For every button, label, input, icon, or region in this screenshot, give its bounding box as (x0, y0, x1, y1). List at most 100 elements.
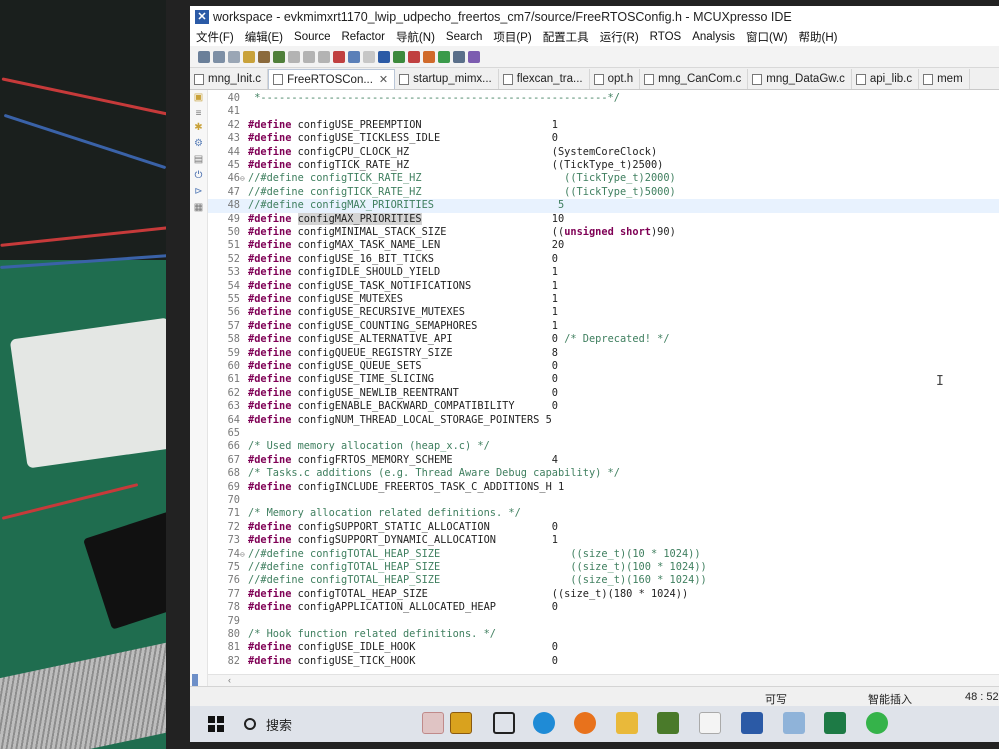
new-file-icon[interactable] (198, 50, 210, 63)
menu-window[interactable]: 窗口(W) (746, 29, 788, 45)
chip-icon[interactable] (393, 50, 405, 63)
word-icon[interactable] (699, 712, 721, 734)
firefox-icon[interactable] (574, 712, 596, 734)
search-tool-icon[interactable] (453, 50, 465, 63)
code-line[interactable]: 43 #define configUSE_TICKLESS_IDLE 0 (208, 132, 999, 145)
variables-icon[interactable]: ⚙ (193, 138, 204, 149)
code-line[interactable]: 77 #define configTOTAL_HEAP_SIZE ((size_t… (208, 588, 999, 601)
code-line[interactable]: 64 #define configNUM_THREAD_LOCAL_STORAGE… (208, 414, 999, 427)
menu-project[interactable]: 项目(P) (493, 29, 531, 45)
code-line[interactable]: 54 #define configUSE_TASK_NOTIFICATIONS 1 (208, 280, 999, 293)
flash-icon[interactable] (423, 50, 435, 63)
code-line[interactable]: 69 #define configINCLUDE_FREERTOS_TASK_C_… (208, 481, 999, 494)
task-view-icon[interactable] (493, 712, 515, 734)
mcuxpresso-icon[interactable] (741, 712, 763, 734)
code-line[interactable]: 45 #define configTICK_RATE_HZ ((TickType_… (208, 159, 999, 172)
code-line[interactable]: 61 #define configUSE_TIME_SLICING 0 (208, 373, 999, 386)
code-line[interactable]: 81 #define configUSE_IDLE_HOOK 0 (208, 641, 999, 654)
menu-file[interactable]: 文件(F) (196, 29, 234, 45)
menu-edit[interactable]: 编辑(E) (245, 29, 283, 45)
terminate-icon[interactable] (333, 50, 345, 63)
code-line[interactable]: 60 #define configUSE_QUEUE_SETS 0 (208, 360, 999, 373)
code-line[interactable]: 67 #define configFRTOS_MEMORY_SCHEME 4 (208, 454, 999, 467)
run-icon[interactable] (438, 50, 450, 63)
save-all-icon[interactable] (228, 50, 240, 63)
editor-tab[interactable]: api_lib.c (852, 69, 920, 89)
edge-icon[interactable] (533, 712, 555, 734)
code-line[interactable]: 73 #define configSUPPORT_DYNAMIC_ALLOCATI… (208, 534, 999, 547)
code-line[interactable]: 70 (208, 494, 999, 507)
menu-help[interactable]: 帮助(H) (799, 29, 838, 45)
scroll-left-icon[interactable]: ‹ (228, 675, 231, 685)
code-line[interactable]: 76 //#define configTOTAL_HEAP_SIZE ((size… (208, 574, 999, 587)
code-line[interactable]: 41 (208, 105, 999, 118)
code-line[interactable]: 65 (208, 427, 999, 440)
registers-icon[interactable]: ▤ (193, 154, 204, 165)
menu-search[interactable]: Search (446, 31, 482, 43)
menu-refactor[interactable]: Refactor (341, 31, 384, 43)
save-icon[interactable] (213, 50, 225, 63)
explorer-icon[interactable] (616, 712, 638, 734)
paint-icon[interactable] (422, 712, 444, 734)
excel-icon[interactable] (824, 712, 846, 734)
editor-tab[interactable]: startup_mimx... (395, 69, 499, 89)
code-line[interactable]: 72 #define configSUPPORT_STATIC_ALLOCATIO… (208, 521, 999, 534)
menu-config-tools[interactable]: 配置工具 (543, 29, 589, 45)
menu-analysis[interactable]: Analysis (692, 31, 735, 43)
fold-toggle-icon[interactable]: ⊖ (240, 172, 248, 185)
code-line[interactable]: 58 #define configUSE_ALTERNATIVE_API 0 /*… (208, 333, 999, 346)
build-icon[interactable] (243, 50, 255, 63)
menu-source[interactable]: Source (294, 31, 330, 43)
code-line[interactable]: 59 #define configQUEUE_REGISTRY_SIZE 8 (208, 347, 999, 360)
editor-tab[interactable]: mem (919, 69, 970, 89)
code-line[interactable]: 68 /* Tasks.c additions (e.g. Thread Awar… (208, 467, 999, 480)
code-line[interactable]: 50 #define configMINIMAL_STACK_SIZE ((uns… (208, 226, 999, 239)
code-line[interactable]: 57 #define configUSE_COUNTING_SEMAPHORES … (208, 320, 999, 333)
code-line[interactable]: 53 #define configIDLE_SHOULD_YIELD 1 (208, 266, 999, 279)
code-line[interactable]: 40 *------------------------------------… (208, 92, 999, 105)
code-line[interactable]: 44 #define configCPU_CLOCK_HZ (SystemCore… (208, 146, 999, 159)
power-icon[interactable]: ⏻ (193, 170, 204, 181)
close-icon[interactable]: ✕ (379, 73, 388, 86)
code-line[interactable]: 74 ⊖//#define configTOTAL_HEAP_SIZE ((siz… (208, 548, 999, 561)
skip-icon[interactable] (363, 50, 375, 63)
folder-icon[interactable]: ▣ (193, 92, 204, 103)
code-line[interactable]: 55 #define configUSE_MUTEXES 1 (208, 293, 999, 306)
step-over-icon[interactable] (303, 50, 315, 63)
code-line[interactable]: 71 /* Memory allocation related definitio… (208, 507, 999, 520)
code-line[interactable]: 62 #define configUSE_NEWLIB_REENTRANT 0 (208, 387, 999, 400)
code-line[interactable]: 56 #define configUSE_RECURSIVE_MUTEXES 1 (208, 306, 999, 319)
debug-icon[interactable] (273, 50, 285, 63)
x-tool-icon[interactable] (378, 50, 390, 63)
menu-rtos[interactable]: RTOS (650, 31, 682, 43)
editor-tab[interactable]: flexcan_tra... (499, 69, 590, 89)
code-line[interactable]: 66 /* Used memory allocation (heap_x.c) *… (208, 440, 999, 453)
jar-icon[interactable] (657, 712, 679, 734)
code-line[interactable]: 52 #define configUSE_16_BIT_TICKS 0 (208, 253, 999, 266)
device-icon[interactable] (783, 712, 805, 734)
memory-icon[interactable]: ▦ (193, 202, 204, 213)
code-line[interactable]: 63 #define configENABLE_BACKWARD_COMPATIB… (208, 400, 999, 413)
taskbar-search[interactable]: 搜索 (244, 715, 292, 734)
perspective-icon[interactable] (468, 50, 480, 63)
editor-tab[interactable]: mng_DataGw.c (748, 69, 852, 89)
code-line[interactable]: 75 //#define configTOTAL_HEAP_SIZE ((size… (208, 561, 999, 574)
code-line[interactable]: 78 #define configAPPLICATION_ALLOCATED_HE… (208, 601, 999, 614)
connect-icon[interactable] (348, 50, 360, 63)
code-line[interactable]: 79 (208, 615, 999, 628)
code-line[interactable]: 80 /* Hook function related definitions. … (208, 628, 999, 641)
editor-tab[interactable]: opt.h (590, 69, 641, 89)
horizontal-scrollbar[interactable]: ‹ (208, 674, 999, 686)
sunflower-icon[interactable] (450, 712, 472, 734)
gear-icon[interactable]: ✱ (193, 122, 204, 133)
outline-icon[interactable]: ≡ (193, 108, 204, 119)
fold-toggle-icon[interactable]: ⊖ (240, 548, 248, 561)
step-icon[interactable] (288, 50, 300, 63)
code-line[interactable]: 48 //#define configMAX_PRIORITIES 5 (208, 199, 999, 213)
code-line[interactable]: 42 #define configUSE_PREEMPTION 1 (208, 119, 999, 132)
code-editor[interactable]: 40 *------------------------------------… (208, 90, 999, 690)
windows-start-icon[interactable] (208, 716, 224, 732)
code-line[interactable]: 82 #define configUSE_TICK_HOOK 0 (208, 655, 999, 668)
code-line[interactable]: 51 #define configMAX_TASK_NAME_LEN 20 (208, 239, 999, 252)
hammer-icon[interactable] (258, 50, 270, 63)
